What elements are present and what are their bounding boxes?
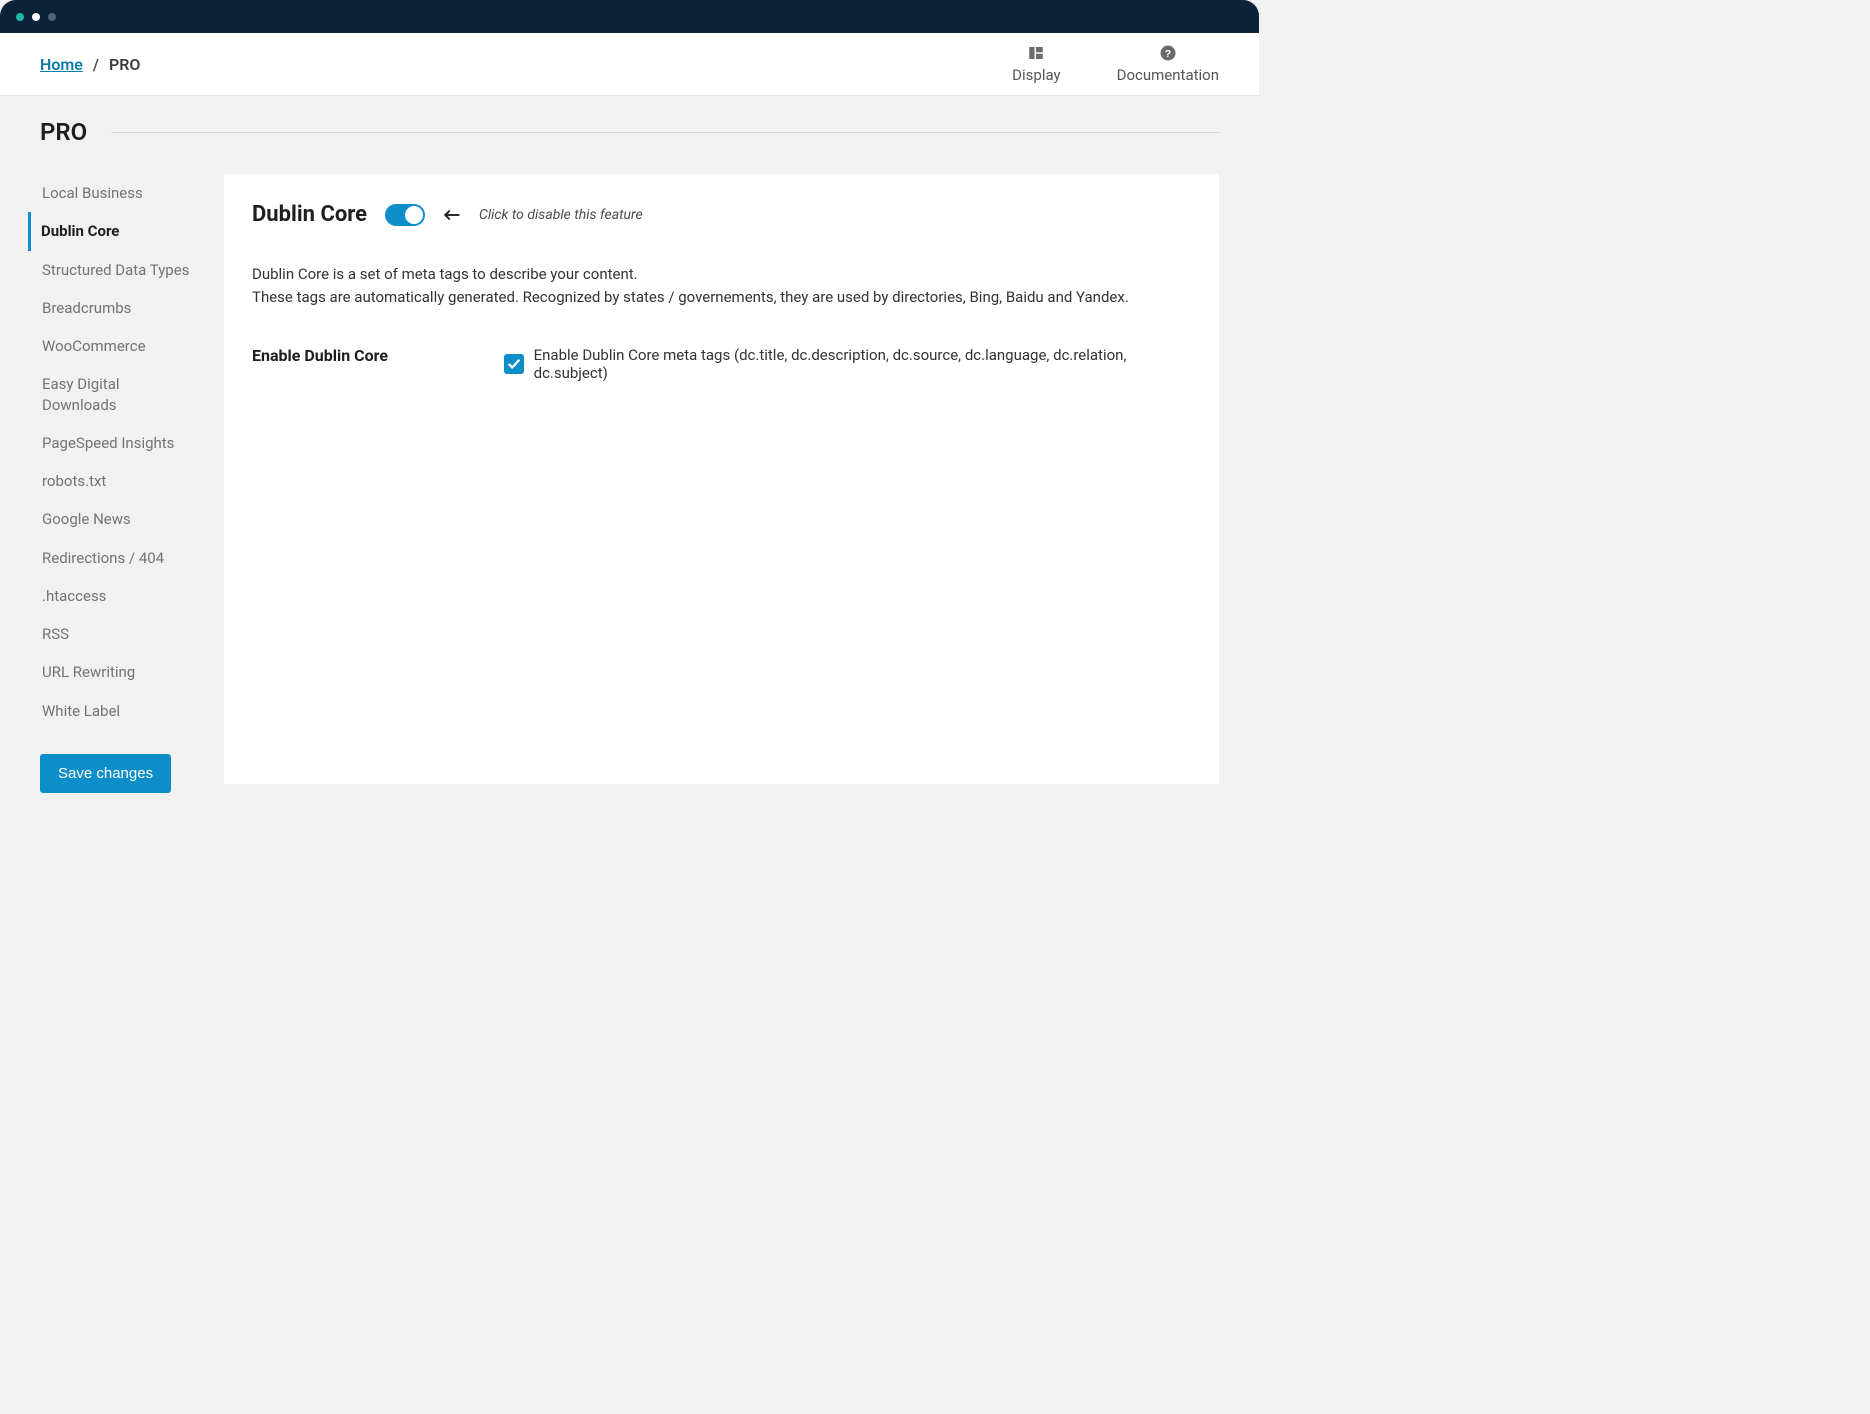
- display-action[interactable]: Display: [1012, 44, 1060, 84]
- traffic-light-zoom[interactable]: [48, 13, 56, 21]
- sidebar-item-6[interactable]: PageSpeed Insights: [40, 424, 192, 462]
- option-row: Enable Dublin Core Enable Dublin Core me…: [252, 346, 1191, 382]
- sidebar-item-12[interactable]: URL Rewriting: [40, 653, 192, 691]
- sidebar-nav: Local BusinessDublin CoreStructured Data…: [40, 174, 192, 730]
- sidebar-column: Local BusinessDublin CoreStructured Data…: [40, 174, 192, 793]
- sidebar-item-10[interactable]: .htaccess: [40, 577, 192, 615]
- toggle-knob: [405, 206, 423, 224]
- content-row: Local BusinessDublin CoreStructured Data…: [0, 146, 1259, 821]
- panel-title: Dublin Core: [252, 202, 367, 227]
- display-label: Display: [1012, 66, 1060, 84]
- documentation-label: Documentation: [1117, 66, 1219, 84]
- sidebar-item-3[interactable]: Breadcrumbs: [40, 289, 192, 327]
- page-title: PRO: [40, 118, 1219, 146]
- option-control: Enable Dublin Core meta tags (dc.title, …: [504, 346, 1191, 382]
- display-icon: [1027, 44, 1045, 62]
- page-title-text: PRO: [40, 118, 87, 146]
- sidebar-item-2[interactable]: Structured Data Types: [40, 251, 192, 289]
- traffic-light-close[interactable]: [16, 13, 24, 21]
- question-icon: ?: [1159, 44, 1177, 62]
- window-titlebar: [0, 0, 1259, 33]
- sidebar-item-7[interactable]: robots.txt: [40, 462, 192, 500]
- sidebar-item-9[interactable]: Redirections / 404: [40, 539, 192, 577]
- panel-description: Dublin Core is a set of meta tags to des…: [252, 263, 1191, 310]
- sidebar-item-0[interactable]: Local Business: [40, 174, 192, 212]
- arrow-left-icon: [443, 208, 461, 222]
- page-header: Home / PRO Display ? Documentation: [0, 33, 1259, 96]
- desc-line-2: These tags are automatically generated. …: [252, 286, 1191, 309]
- panel-header: Dublin Core Click to disable this featur…: [252, 202, 1191, 227]
- option-text: Enable Dublin Core meta tags (dc.title, …: [534, 346, 1191, 382]
- enable-checkbox[interactable]: [504, 354, 524, 374]
- app-window: Home / PRO Display ? Documentation PRO: [0, 0, 1259, 952]
- sidebar-item-1[interactable]: Dublin Core: [28, 212, 192, 250]
- feature-toggle[interactable]: [385, 204, 425, 226]
- option-label: Enable Dublin Core: [252, 346, 432, 365]
- traffic-light-minimize[interactable]: [32, 13, 40, 21]
- sidebar-item-11[interactable]: RSS: [40, 615, 192, 653]
- breadcrumb-separator: /: [93, 55, 99, 74]
- sidebar-item-5[interactable]: Easy Digital Downloads: [40, 365, 192, 424]
- settings-panel: Dublin Core Click to disable this featur…: [224, 174, 1219, 784]
- documentation-action[interactable]: ? Documentation: [1117, 44, 1219, 84]
- breadcrumb: Home / PRO: [40, 55, 140, 74]
- toggle-hint: Click to disable this feature: [479, 207, 643, 223]
- header-actions: Display ? Documentation: [1012, 44, 1219, 84]
- svg-text:?: ?: [1165, 48, 1171, 60]
- desc-line-1: Dublin Core is a set of meta tags to des…: [252, 263, 1191, 286]
- sidebar-item-4[interactable]: WooCommerce: [40, 327, 192, 365]
- sidebar-item-8[interactable]: Google News: [40, 500, 192, 538]
- breadcrumb-current: PRO: [109, 55, 140, 74]
- check-icon: [507, 357, 521, 371]
- page-title-section: PRO: [0, 96, 1259, 146]
- page-title-divider: [111, 132, 1219, 133]
- save-changes-button[interactable]: Save changes: [40, 754, 171, 793]
- sidebar-item-13[interactable]: White Label: [40, 692, 192, 730]
- breadcrumb-home-link[interactable]: Home: [40, 55, 83, 74]
